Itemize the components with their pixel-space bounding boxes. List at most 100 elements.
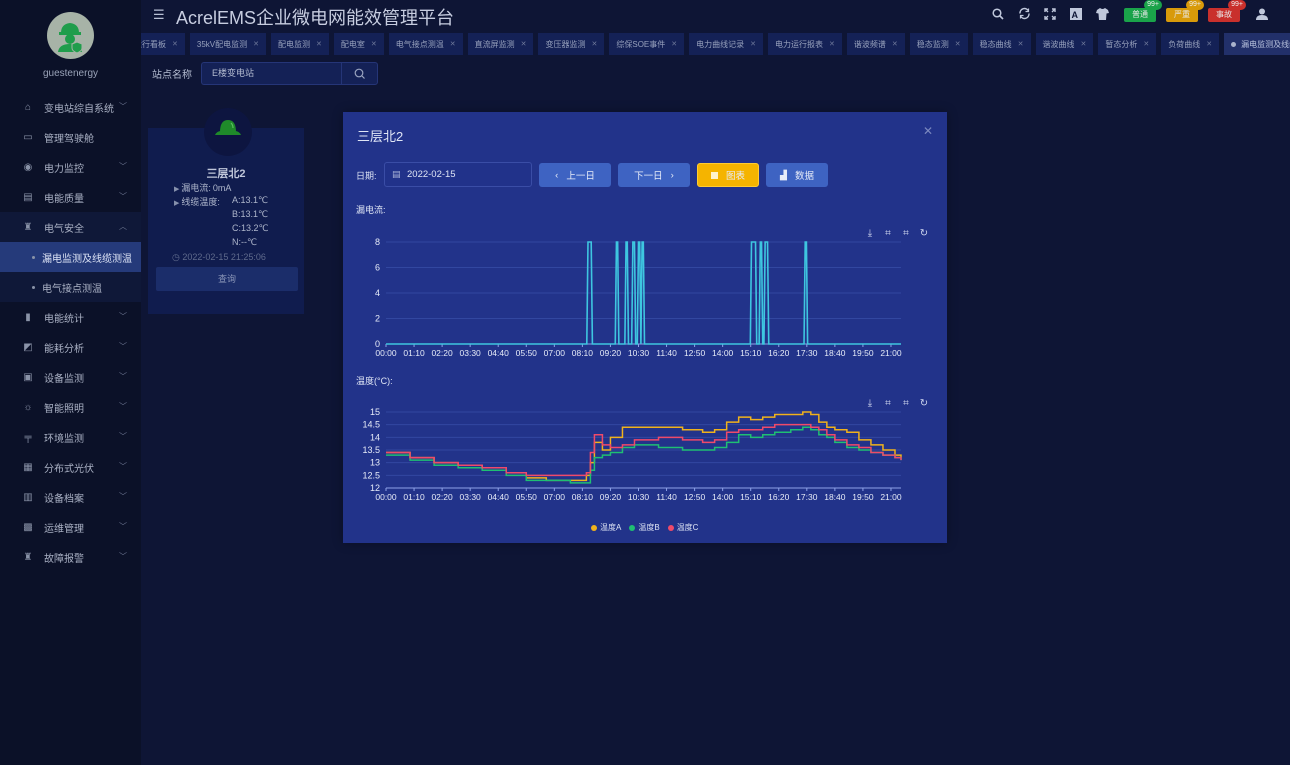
x-tick-label: 18:40 — [824, 492, 846, 502]
close-tab-icon[interactable]: ✕ — [1081, 40, 1087, 48]
temp-chart-legend: 温度A 温度B 温度C — [591, 522, 698, 533]
sidebar-item[interactable]: ▦ 分布式光伏 ﹀ — [0, 452, 141, 482]
page-tab[interactable]: 稳态曲线 ✕ — [972, 33, 1031, 55]
sidebar-item[interactable]: ♜ 电气安全 ︿ — [0, 212, 141, 242]
x-tick-label: 12:50 — [684, 492, 706, 502]
page-tab[interactable]: 综保SOE事件 ✕ — [609, 33, 685, 55]
chevron-down-icon: ﹀ — [119, 162, 127, 171]
page-tab[interactable]: 直流屏监测 ✕ — [467, 33, 534, 55]
close-tab-icon[interactable]: ✕ — [955, 40, 961, 48]
sidebar-item[interactable]: ▥ 设备档案 ﹀ — [0, 482, 141, 512]
page-tab[interactable]: 谐波频谱 ✕ — [846, 33, 905, 55]
page-tab[interactable]: 电力曲线记录 ✕ — [689, 33, 764, 55]
previous-day-button[interactable]: ‹ 上一日 — [539, 163, 611, 187]
x-tick-label: 21:00 — [880, 348, 902, 358]
sidebar-item[interactable]: ▮ 电能统计 ﹀ — [0, 302, 141, 332]
sidebar-subitem[interactable]: 电气接点测温 — [0, 272, 141, 302]
query-button[interactable]: 查询 — [156, 267, 298, 291]
close-tab-icon[interactable]: ✕ — [892, 40, 898, 48]
x-tick-label: 14:00 — [712, 348, 734, 358]
close-tab-icon[interactable]: ✕ — [829, 40, 835, 48]
sidebar-item[interactable]: ♜ 故障报警 ﹀ — [0, 542, 141, 572]
chevron-down-icon: ﹀ — [119, 312, 127, 321]
user-icon[interactable] — [1250, 8, 1274, 23]
close-icon[interactable]: ✕ — [923, 124, 933, 138]
close-tab-icon[interactable]: ✕ — [172, 40, 178, 48]
x-tick-label: 05:50 — [516, 348, 538, 358]
close-tab-icon[interactable]: ✕ — [1206, 40, 1212, 48]
data-view-button[interactable]: ▟ 数据 — [766, 163, 828, 187]
page-tab[interactable]: 电力运行报表 ✕ — [768, 33, 842, 55]
close-tab-icon[interactable]: ✕ — [671, 40, 677, 48]
close-tab-icon[interactable]: ✕ — [521, 40, 527, 48]
refresh-icon[interactable] — [1012, 7, 1036, 23]
station-search-button[interactable] — [341, 62, 378, 85]
sidebar-item[interactable]: ▭ 管理驾驶舱 — [0, 122, 141, 152]
alarm-accident-button[interactable]: 事故 99+ — [1208, 0, 1246, 22]
alarm-normal-button[interactable]: 普通 99+ — [1124, 0, 1162, 22]
legend-item[interactable]: 温度B — [629, 522, 660, 533]
tab-label: 综保SOE事件 — [616, 39, 666, 49]
sidebar-item[interactable]: ☼ 智能照明 ﹀ — [0, 392, 141, 422]
chevron-down-icon: ﹀ — [119, 372, 127, 381]
bar-chart-icon: ▟ — [780, 169, 787, 180]
x-tick-label: 04:40 — [488, 348, 510, 358]
page-tab[interactable]: 运行看板 ✕ — [141, 33, 185, 55]
sidebar-item-label: 电力监控 — [44, 163, 84, 175]
page-tab[interactable]: 变压器监测 ✕ — [538, 33, 605, 55]
sidebar-item[interactable]: ◉ 电力监控 ﹀ — [0, 152, 141, 182]
search-icon[interactable] — [986, 7, 1010, 23]
tab-label: 电力曲线记录 — [696, 39, 745, 49]
calendar-icon: ▤ — [392, 169, 401, 179]
page-tab[interactable]: 负荷曲线 ✕ — [1161, 33, 1220, 55]
page-tab[interactable]: 配电监测 ✕ — [270, 33, 329, 55]
page-tab[interactable]: 配电室 ✕ — [333, 33, 384, 55]
close-tab-icon[interactable]: ✕ — [450, 40, 456, 48]
close-tab-icon[interactable]: ✕ — [591, 40, 597, 48]
alarm-accident-count: 99+ — [1228, 0, 1246, 10]
chart-view-button[interactable]: 图表 — [697, 163, 759, 187]
x-tick-label: 08:10 — [572, 492, 594, 502]
close-tab-icon[interactable]: ✕ — [1143, 40, 1149, 48]
close-tab-icon[interactable]: ✕ — [316, 40, 322, 48]
y-tick-label: 8 — [375, 237, 380, 247]
page-tab[interactable]: 电气接点测温 ✕ — [388, 33, 463, 55]
x-tick-label: 05:50 — [516, 492, 538, 502]
sidebar-subitem[interactable]: 漏电监测及线缆测温 — [0, 242, 141, 272]
x-tick-label: 16:20 — [768, 492, 790, 502]
avatar[interactable] — [47, 12, 94, 59]
date-picker-input[interactable]: ▤ 2022-02-15 — [384, 162, 532, 187]
close-tab-icon[interactable]: ✕ — [1018, 40, 1024, 48]
close-tab-icon[interactable]: ✕ — [253, 40, 259, 48]
x-tick-label: 08:10 — [572, 348, 594, 358]
sidebar-item[interactable]: ╤ 环境监测 ﹀ — [0, 422, 141, 452]
page-tab[interactable]: 35kV配电监测 ✕ — [189, 33, 266, 55]
chevron-down-icon: ﹀ — [119, 432, 127, 441]
sidebar-item[interactable]: ▣ 设备监测 ﹀ — [0, 362, 141, 392]
page-tab[interactable]: 漏电监测及线缆测温✕ — [1224, 33, 1290, 55]
sidebar-item[interactable]: ◩ 能耗分析 ﹀ — [0, 332, 141, 362]
detail-modal: 三层北2 ✕ 日期: ▤ 2022-02-15 ‹ 上一日 下一日 › 图表 ▟ 数据 … — [343, 112, 947, 543]
alarm-severe-button[interactable]: 严重 99+ — [1166, 0, 1204, 22]
chevron-down-icon: ﹀ — [119, 402, 127, 411]
menu-toggle-icon[interactable]: ☰ — [153, 7, 165, 23]
sidebar-item[interactable]: ▩ 运维管理 ﹀ — [0, 512, 141, 542]
close-tab-icon[interactable]: ✕ — [371, 40, 377, 48]
device-card-title: 三层北2 — [206, 168, 246, 180]
sidebar-item[interactable]: ▤ 电能质量 ﹀ — [0, 182, 141, 212]
legend-item[interactable]: 温度C — [667, 522, 698, 533]
fullscreen-icon[interactable] — [1038, 7, 1062, 23]
sidebar-item[interactable]: ⌂ 变电站综自系统 ﹀ — [0, 92, 141, 122]
close-tab-icon[interactable]: ✕ — [750, 40, 756, 48]
station-name-input[interactable]: E楼变电站 — [201, 62, 341, 85]
legend-item[interactable]: 温度A — [591, 522, 621, 533]
next-day-button[interactable]: 下一日 › — [618, 163, 690, 187]
active-dot — [1231, 41, 1237, 47]
theme-shirt-icon[interactable] — [1090, 7, 1114, 23]
worker-avatar-icon — [58, 23, 83, 54]
page-tab[interactable]: 谐波曲线 ✕ — [1035, 33, 1094, 55]
quality-icon: ▤ — [23, 191, 33, 203]
page-tab[interactable]: 暂态分析 ✕ — [1098, 33, 1157, 55]
font-size-icon[interactable]: A — [1064, 7, 1088, 23]
page-tab[interactable]: 稳态监测 ✕ — [909, 33, 968, 55]
